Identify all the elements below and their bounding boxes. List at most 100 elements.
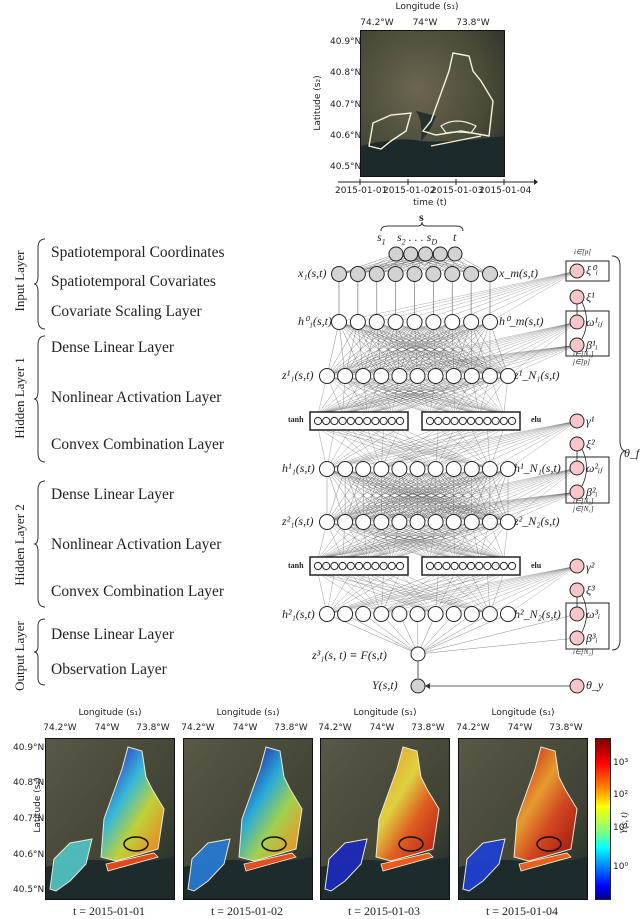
covariate-node — [407, 267, 422, 282]
dense-linear-node — [374, 515, 389, 530]
param-label-omega2: ω²ᵢⱼ — [586, 461, 602, 476]
hidden-node — [338, 607, 353, 622]
hidden-node — [482, 462, 497, 477]
activation-node — [355, 562, 362, 569]
coordinate-node — [448, 247, 462, 261]
panel-x-tick: 74°W — [220, 723, 270, 733]
activation-node — [347, 417, 354, 424]
prediction-heatmap — [321, 739, 449, 899]
activation-node — [364, 417, 371, 424]
bottom-y-tick: 40.6°N — [13, 850, 44, 860]
scaled-covariate-node — [407, 315, 422, 330]
bottom-y-tick: 40.8°N — [13, 778, 44, 788]
parameter-node-xi1 — [570, 290, 584, 304]
activation-node — [372, 562, 379, 569]
colorbar-tick: 10⁰ — [613, 862, 628, 872]
activation-node — [364, 562, 371, 569]
row-label-h1-left: h¹₁(s,t) — [282, 461, 315, 476]
network-edge — [418, 638, 577, 654]
activation-node — [443, 417, 450, 424]
dense-linear-node — [320, 369, 335, 384]
hidden-node — [392, 462, 407, 477]
activation-node — [508, 562, 515, 569]
scaled-covariate-node — [332, 315, 347, 330]
dense-linear-node — [410, 369, 425, 384]
param-label-xi1: ξ¹ — [586, 290, 595, 305]
hidden-node — [446, 462, 461, 477]
dense-linear-node — [374, 369, 389, 384]
colorbar — [595, 738, 611, 900]
activation-node — [476, 562, 483, 569]
row-label-h1-right: h¹_N₁(s,t) — [514, 461, 561, 476]
panel-x-tick: 73.8°W — [128, 723, 178, 733]
hidden-node — [320, 607, 335, 622]
activation-label-elu-2: elu — [531, 561, 541, 570]
prediction-map — [183, 738, 313, 900]
param-label-xi0: ξ⁰ᵢ — [586, 263, 598, 278]
hidden-node — [464, 607, 479, 622]
dense-linear-node — [482, 515, 497, 530]
hidden-node — [392, 607, 407, 622]
prediction-heatmap — [459, 739, 587, 899]
panel-caption: t = 2015-01-04 — [472, 904, 572, 919]
dense-linear-node — [446, 515, 461, 530]
param-label-gamma1: γ¹ — [586, 414, 594, 429]
hidden-node — [356, 462, 371, 477]
hidden-node — [446, 607, 461, 622]
dense-linear-node — [338, 515, 353, 530]
covariate-node — [483, 267, 498, 282]
param-label-theta-y: θ_y — [586, 678, 603, 693]
dense-linear-node — [356, 369, 371, 384]
activation-node — [396, 562, 403, 569]
panel-x-axis-label: Longitude (s₁) — [203, 708, 293, 718]
coord-label-t: t — [453, 230, 456, 245]
param-label-theta-f: θ_f — [624, 446, 639, 461]
hidden-node — [374, 607, 389, 622]
activation-node — [372, 417, 379, 424]
panel-caption: t = 2015-01-02 — [197, 904, 297, 919]
panel-x-tick: 73.8°W — [403, 723, 453, 733]
covariate-node — [464, 267, 479, 282]
parameter-node-be3 — [570, 631, 584, 645]
activation-node — [323, 417, 330, 424]
hidden-node — [338, 462, 353, 477]
parameter-node-g2 — [570, 559, 584, 573]
dense-linear-node — [320, 515, 335, 530]
activation-node — [323, 562, 330, 569]
prediction-heatmap — [46, 739, 174, 899]
panel-x-axis-label: Longitude (s₁) — [65, 708, 155, 718]
panel-x-tick: 74.2°W — [310, 723, 360, 733]
activation-label-tanh-1: tanh — [288, 415, 304, 424]
row-label-x-left: x₁(s,t) — [298, 266, 327, 281]
activation-node — [500, 417, 507, 424]
prediction-map — [458, 738, 588, 900]
covariate-node — [445, 267, 460, 282]
plate-label-p2a: i∈[N₂] — [573, 497, 594, 505]
activation-node — [508, 417, 515, 424]
bottom-y-tick: 40.7°N — [13, 814, 44, 824]
hidden-node — [410, 607, 425, 622]
row-label-x-right: x_m(s,t) — [499, 266, 538, 281]
prediction-map — [45, 738, 175, 900]
panel-caption: t = 2015-01-01 — [59, 904, 159, 919]
activation-node — [314, 562, 321, 569]
activation-node — [347, 562, 354, 569]
activation-node — [435, 417, 442, 424]
row-label-h2-left: h²₁(s,t) — [282, 607, 315, 622]
row-label-z1-left: z¹₁(s,t) — [282, 368, 313, 383]
dense-linear-node — [410, 515, 425, 530]
activation-node — [331, 562, 338, 569]
plate-label-p0: i∈[p] — [574, 248, 591, 256]
scaled-covariate-node — [464, 315, 479, 330]
param-label-xi3: ξ³ — [586, 583, 595, 598]
activation-node — [492, 417, 499, 424]
plate-label-p1a: i∈[N₁] — [573, 350, 594, 358]
hidden-node — [356, 607, 371, 622]
scaled-covariate-node — [445, 315, 460, 330]
activation-node — [484, 417, 491, 424]
coordinate-node — [404, 247, 418, 261]
activation-node — [484, 562, 491, 569]
dense-linear-node — [338, 369, 353, 384]
hidden-node — [428, 462, 443, 477]
covariate-node — [426, 267, 441, 282]
